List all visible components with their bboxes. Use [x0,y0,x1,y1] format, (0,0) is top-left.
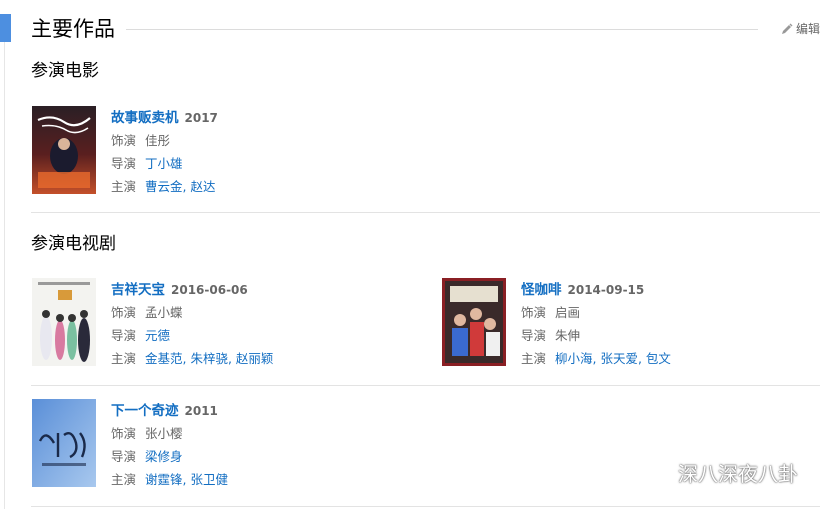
page-title: 主要作品 [31,17,115,41]
role-label: 饰演 [521,305,547,320]
section-accent-bar [0,14,11,42]
director-label: 导演 [521,328,547,343]
row-divider [31,385,820,386]
poster-image[interactable] [32,106,96,194]
left-border-line [4,42,5,509]
work-year: 2017 [184,111,218,125]
work-year: 2011 [184,404,218,418]
director-link[interactable]: 丁小雄 [145,156,183,171]
cast-links[interactable]: 柳小海, 张天爱, 包文 [555,351,671,366]
poster-image[interactable] [32,399,96,487]
role-label: 饰演 [111,305,137,320]
pencil-icon [782,23,793,34]
poster-image[interactable] [32,278,96,366]
cast-links[interactable]: 金基范, 朱梓骁, 赵丽颖 [145,351,273,366]
tv-section-title: 参演电视剧 [31,234,116,254]
director-link[interactable]: 元德 [145,328,170,343]
poster-image[interactable] [442,278,506,366]
cast-label: 主演 [521,351,547,366]
edit-button[interactable]: 编辑 [781,21,820,37]
work-title-link[interactable]: 怪咖啡 [521,282,562,298]
work-year: 2014-09-15 [567,283,645,297]
role-value: 孟小蝶 [145,305,183,320]
director-label: 导演 [111,156,137,171]
cast-label: 主演 [111,351,137,366]
role-value: 张小樱 [145,426,183,441]
cast-label: 主演 [111,179,137,194]
role-label: 饰演 [111,426,137,441]
director-label: 导演 [111,449,137,464]
work-title-link[interactable]: 下一个奇迹 [111,403,179,419]
section-divider [31,212,820,213]
director-label: 导演 [111,328,137,343]
work-title-link[interactable]: 吉祥天宝 [111,282,165,298]
role-label: 饰演 [111,133,137,148]
watermark-text: 深八深夜八卦 [678,462,798,486]
cast-label: 主演 [111,472,137,487]
director-value: 朱伸 [555,328,581,343]
work-title-link[interactable]: 故事贩卖机 [111,110,179,126]
cast-links[interactable]: 曹云金, 赵达 [145,179,215,194]
director-link[interactable]: 梁修身 [145,449,183,464]
watermark: 深八深夜八卦 [646,458,798,487]
title-divider [126,29,758,30]
row-divider [31,506,820,507]
role-value: 佳彤 [145,133,171,148]
edit-label: 编辑 [796,22,821,36]
films-section-title: 参演电影 [31,61,99,81]
cast-links[interactable]: 谢霆锋, 张卫健 [145,472,228,487]
work-year: 2016-06-06 [171,283,248,297]
role-value: 启画 [555,305,581,320]
wechat-icon [646,462,672,483]
